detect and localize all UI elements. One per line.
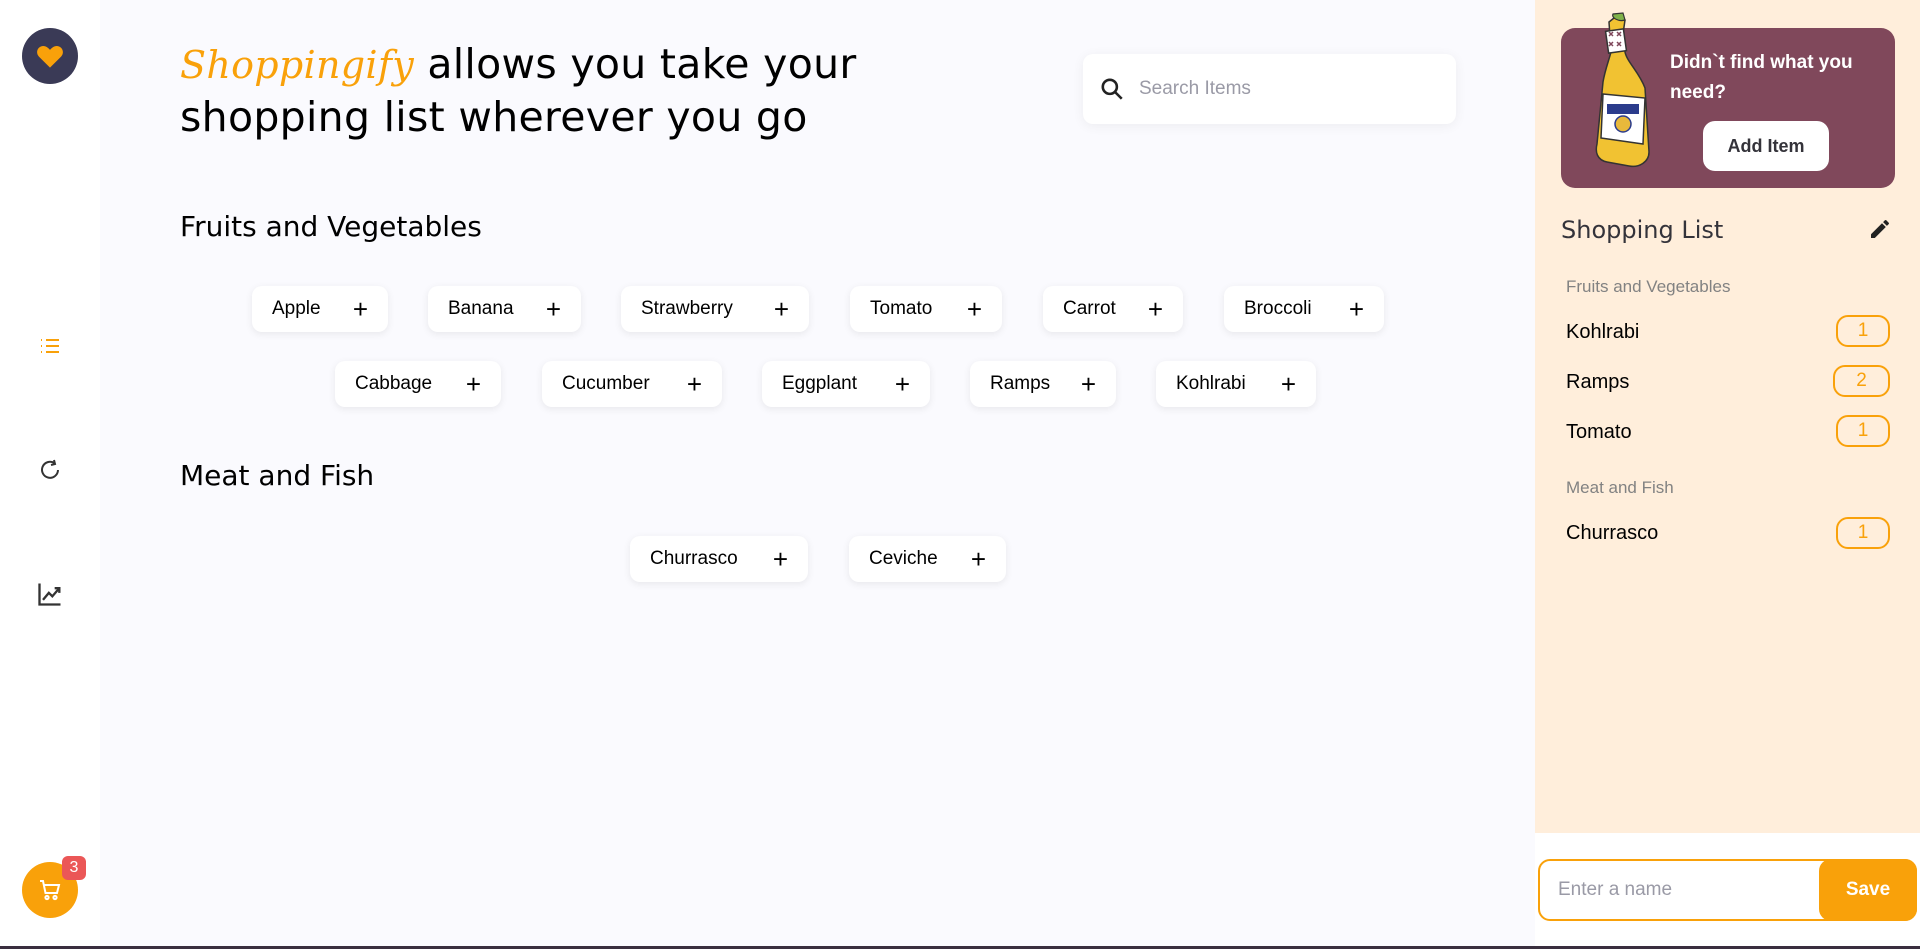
promo-text: Didn`t find what you need? <box>1670 52 1853 103</box>
plus-icon: + <box>1147 294 1163 324</box>
list-item-ramps[interactable]: Ramps <box>1566 371 1629 394</box>
plus-icon: + <box>970 544 986 574</box>
add-item-promo: Didn`t find what you need? Add Item <box>1561 12 1895 188</box>
item-qty-churrasco[interactable]: 1 <box>1836 517 1890 549</box>
list-icon <box>41 339 59 353</box>
item-qty-ramps[interactable]: 2 <box>1833 365 1890 397</box>
section-title-meat-fish: Meat and Fish <box>180 459 375 492</box>
item-chip-carrot[interactable]: Carrot + <box>1043 286 1183 332</box>
list-category-fruits-vegetables: Fruits and Vegetables <box>1566 277 1731 296</box>
plus-icon: + <box>772 544 788 574</box>
list-category-meat-fish: Meat and Fish <box>1566 478 1674 497</box>
side-nav: 3 <box>0 0 100 946</box>
plus-icon: + <box>352 294 368 324</box>
item-qty-kohlrabi[interactable]: 1 <box>1836 315 1890 347</box>
page-headline: Shoppingify allows you take your shoppin… <box>180 38 900 143</box>
item-chip-apple[interactable]: Apple + <box>252 286 388 332</box>
cart-icon <box>40 880 61 901</box>
brand-name: Shoppingify <box>180 43 414 87</box>
plus-icon: + <box>686 369 702 399</box>
section-title-fruits-vegetables: Fruits and Vegetables <box>180 210 482 243</box>
main-content: Shoppingify allows you take your shoppin… <box>100 0 1535 946</box>
shopping-list-panel: Didn`t find what you need? Add Item Shop… <box>1535 0 1920 833</box>
list-name-input[interactable] <box>1558 861 1808 919</box>
item-chip-broccoli[interactable]: Broccoli + <box>1224 286 1384 332</box>
item-chip-tomato[interactable]: Tomato + <box>850 286 1002 332</box>
search-icon <box>1101 78 1123 100</box>
add-item-button[interactable]: Add Item <box>1703 121 1829 171</box>
bottle-illustration <box>1595 12 1650 168</box>
plus-icon: + <box>465 369 481 399</box>
plus-icon: + <box>1348 294 1364 324</box>
heart-icon <box>37 46 63 68</box>
save-button[interactable]: Save <box>1819 859 1917 921</box>
list-item-kohlrabi[interactable]: Kohlrabi <box>1566 321 1639 344</box>
item-chip-cabbage[interactable]: Cabbage + <box>335 361 501 407</box>
statistics-icon <box>38 583 61 606</box>
search-input[interactable] <box>1139 78 1419 100</box>
cart-count-badge: 3 <box>62 856 86 880</box>
nav-statistics[interactable] <box>36 580 64 608</box>
item-chip-banana[interactable]: Banana + <box>428 286 581 332</box>
item-chip-strawberry[interactable]: Strawberry + <box>621 286 809 332</box>
item-chip-cucumber[interactable]: Cucumber + <box>542 361 722 407</box>
item-chip-eggplant[interactable]: Eggplant + <box>762 361 930 407</box>
plus-icon: + <box>545 294 561 324</box>
history-icon <box>41 459 59 479</box>
item-chip-ramps[interactable]: Ramps + <box>970 361 1116 407</box>
logo[interactable] <box>22 28 78 84</box>
item-chip-churrasco[interactable]: Churrasco + <box>630 536 808 582</box>
list-item-churrasco[interactable]: Churrasco <box>1566 522 1658 545</box>
search-box[interactable] <box>1083 54 1456 124</box>
plus-icon: + <box>894 369 910 399</box>
cart-button[interactable]: 3 <box>22 856 86 918</box>
item-chip-ceviche[interactable]: Ceviche + <box>849 536 1006 582</box>
nav-history[interactable] <box>36 456 64 484</box>
edit-list-button[interactable] <box>1868 217 1894 243</box>
item-chip-kohlrabi[interactable]: Kohlrabi + <box>1156 361 1316 407</box>
plus-icon: + <box>966 294 982 324</box>
plus-icon: + <box>773 294 789 324</box>
shopping-list-title: Shopping List <box>1561 216 1724 244</box>
plus-icon: + <box>1080 369 1096 399</box>
item-qty-tomato[interactable]: 1 <box>1836 415 1890 447</box>
list-name-field: Save <box>1538 859 1917 921</box>
pencil-icon <box>1871 220 1889 238</box>
nav-items-list[interactable] <box>36 332 64 360</box>
plus-icon: + <box>1280 369 1296 399</box>
save-list-bar: Save <box>1535 833 1920 946</box>
list-item-tomato[interactable]: Tomato <box>1566 421 1632 444</box>
